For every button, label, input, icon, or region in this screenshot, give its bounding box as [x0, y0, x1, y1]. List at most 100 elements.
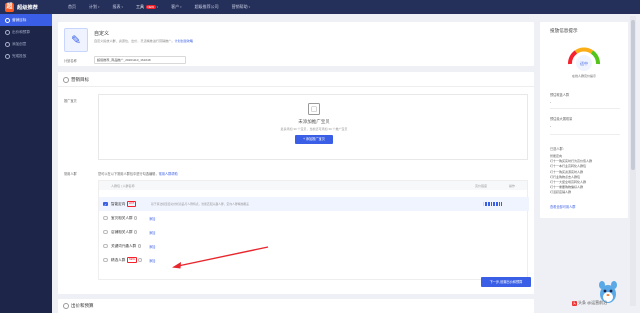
add-promo-item-button[interactable]: + 添加推广宝贝 [295, 135, 333, 144]
section-header[interactable]: 营销目标 [63, 77, 89, 83]
help-icon[interactable]: ? [137, 244, 142, 248]
help-icon[interactable]: ? [134, 230, 138, 234]
plan-guide-link[interactable]: 计划创建攻略 [174, 39, 193, 43]
divider [58, 86, 534, 87]
nav-item-company[interactable]: 超级推荐公司 [195, 4, 219, 10]
divider [550, 134, 620, 135]
row-name: 宝贝相关人群? [111, 215, 138, 220]
annotation-arrow-icon [172, 246, 269, 269]
chevron-down-icon: ▾ [156, 5, 159, 9]
competition-gauge: 适中 在线人群竞价提示 [568, 47, 600, 78]
check-icon [5, 53, 10, 59]
audience-help-link[interactable]: 常用人群帮助 [159, 172, 178, 176]
nav-item-tools[interactable]: 工具 NEW ▾ [136, 4, 158, 10]
promo-item-empty-state: ▢ 未添加推广宝贝 最多添加 30 个宝贝，当前还可添加 30 个推广宝贝 + … [98, 94, 528, 160]
image-icon [5, 41, 10, 47]
new-badge: NEW [126, 257, 137, 263]
top-nav-bar: 超 超级推荐 首页 计划 ▾ 报表 ▾ 工具 NEW ▾ 客户 ▾ 超级推荐公司 营销帮助… [0, 0, 640, 14]
chevron-down-icon: ▾ [121, 5, 124, 9]
sidebar-item-label: 营销目标 [12, 17, 27, 22]
table-row[interactable]: 宝贝相关人群? 添加 [99, 211, 529, 225]
nav-item-plan[interactable]: 计划 ▾ [89, 4, 100, 10]
row-radio[interactable] [103, 257, 108, 263]
nav-item-help[interactable]: 营销帮助 ▾ [232, 4, 251, 10]
nav-item-home[interactable]: 首页 [68, 4, 76, 10]
row-radio[interactable] [103, 215, 108, 221]
sidebar-item-label: 完成投放 [12, 53, 27, 58]
delivery-info-panel: 投放信息提示 适中 在线人群竞价提示 预估覆盖人群 - 预估最大展现量 - 已选… [540, 22, 628, 218]
main-nav: 首页 计划 ▾ 报表 ▾ 工具 NEW ▾ 客户 ▾ 超级推荐公司 营销帮助 ▾ [68, 4, 263, 10]
chevron-down-icon: ▾ [248, 5, 251, 9]
plan-name-input[interactable]: 超级推荐_商品推广_20201110_161648 [94, 56, 186, 64]
table-row[interactable]: ✓ 智能定向 HOT 基于算法模型自动分析商品与人群特点，智能匹配兴趣人群，定向人… [99, 197, 529, 211]
help-icon[interactable]: ? [138, 258, 142, 262]
app-logo[interactable]: 超 超级推荐 [0, 2, 52, 12]
collapse-icon [63, 303, 69, 309]
table-row[interactable]: 精选人群 NEW? 添加 [99, 253, 529, 267]
empty-title: 未添加推广宝贝 [298, 119, 330, 124]
view-all-audience-link[interactable]: 查看全部可用人群 [550, 204, 576, 209]
bid-strength-bars [483, 202, 502, 206]
row-name: 智能定向 HOT [111, 201, 137, 207]
scrollbar-thumb[interactable] [631, 20, 635, 170]
col-op: 操作 [509, 184, 516, 188]
section-header[interactable]: 出价和预算 [63, 303, 94, 309]
section-title: 营销目标 [71, 77, 89, 82]
section-title: 出价和预算 [71, 303, 94, 308]
row-checkbox[interactable]: ✓ [103, 201, 108, 207]
selected-audience-list: 智能定向 叮十一购买实时行为高价值人群 叮十一本行业高转化人群包 叮十一购买资源… [550, 154, 620, 196]
sidebar-item-bid[interactable]: 出价和预算 [0, 26, 52, 38]
plan-type-desc: 自定义投放人群、资源位、出价，灵活精准进行营销推广。计划创建攻略 [94, 39, 193, 43]
marketing-goal-section: 营销目标 推广宝贝 ▢ 未添加推广宝贝 最多添加 30 个宝贝，当前还可添加 3… [58, 72, 534, 294]
sidebar-item-label: 添加创意 [12, 41, 27, 46]
impressions-value: - [550, 124, 552, 128]
nav-item-customer[interactable]: 客户 ▾ [171, 4, 182, 10]
row-add-link[interactable]: 添加 [149, 216, 155, 221]
sidebar-item-goal[interactable]: 营销目标 [0, 14, 52, 26]
gauge-label: 适中 [580, 60, 588, 66]
list-item: 叮活跃店铺人群 [550, 190, 572, 195]
impressions-label: 预估最大展现量 [550, 117, 573, 121]
toutiao-logo-icon: 头 [572, 300, 577, 306]
row-radio[interactable] [103, 243, 108, 249]
row-name: 店铺相关人群? [111, 229, 138, 234]
panel-title: 投放信息提示 [550, 28, 578, 33]
row-radio[interactable] [103, 229, 108, 235]
shopping-bag-icon: ▢ [308, 103, 320, 115]
table-row[interactable]: 店铺相关人群? 添加 [99, 225, 529, 239]
audience-label: 常用人群 [64, 172, 77, 176]
row-name: 关键词兴趣人群? [111, 243, 142, 248]
sidebar-item-creative[interactable]: 添加创意 [0, 38, 52, 50]
coverage-value: - [550, 100, 552, 104]
watermark: 头 头条 @运营前沿 [572, 300, 608, 306]
row-add-link[interactable]: 添加 [149, 258, 155, 263]
sidebar-item-label: 出价和预算 [12, 29, 30, 34]
sidebar-item-finish[interactable]: 完成投放 [0, 50, 52, 62]
chevron-down-icon: ▾ [180, 5, 182, 9]
nav-item-report[interactable]: 报表 ▾ [113, 4, 124, 10]
empty-subtitle: 最多添加 30 个宝贝，当前还可添加 30 个推广宝贝 [280, 127, 348, 131]
custom-plan-icon: ✎ [64, 28, 88, 52]
new-badge: NEW [146, 5, 156, 9]
table-header: 人群包 | 人群名称 竞价强度 操作 [99, 181, 527, 190]
col-name: 人群包 | 人群名称 [111, 184, 135, 188]
next-step-button[interactable]: 下一步,设置出价和预算 [481, 277, 531, 287]
row-add-link[interactable]: 添加 [149, 244, 155, 249]
row-name: 精选人群 NEW? [111, 257, 142, 263]
promo-item-label: 推广宝贝 [64, 99, 77, 103]
collapse-icon [63, 77, 69, 83]
target-icon [5, 17, 10, 23]
audience-desc: 您可以在以下常用人群包中进行勾选编辑，常用人群帮助 [98, 172, 178, 176]
row-desc: 基于算法模型自动分析商品与人群特点，智能匹配兴趣人群，定向人群精准覆盖 [151, 202, 249, 206]
logo-icon: 超 [5, 2, 14, 12]
divider [550, 108, 620, 109]
hot-badge: HOT [126, 201, 137, 207]
plan-type-title: 自定义 [94, 31, 110, 37]
bid-budget-section[interactable]: 出价和预算 [58, 299, 534, 313]
selected-audience-label: 已选人群： [550, 147, 566, 151]
plan-type-card: ✎ 自定义 自定义投放人群、资源位、出价，灵活精准进行营销推广。计划创建攻略 计… [58, 22, 534, 66]
audience-table: 人群包 | 人群名称 竞价强度 操作 ✓ 智能定向 HOT 基于算法模型自动分析商… [98, 180, 529, 280]
row-add-link[interactable]: 添加 [149, 230, 155, 235]
table-row[interactable]: 关键词兴趣人群? 添加 [99, 239, 529, 253]
help-icon[interactable]: ? [134, 216, 138, 220]
